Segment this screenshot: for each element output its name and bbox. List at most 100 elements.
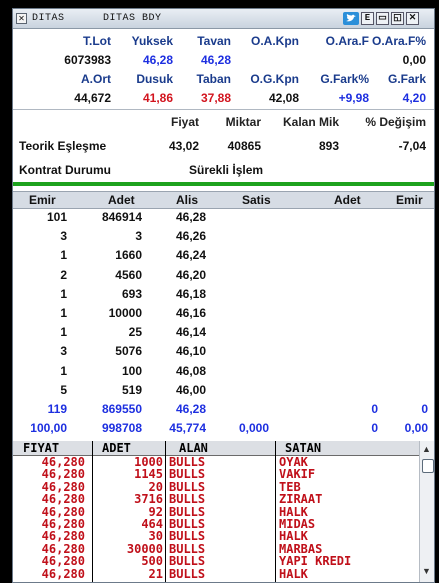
- trade-cell-satan: VAKIF: [279, 467, 316, 482]
- col-emir[interactable]: Emir: [29, 193, 56, 207]
- depth-cell-adet: 4560: [115, 267, 142, 282]
- trade-row[interactable]: 46,280 1145 BULLS VAKIF: [13, 467, 419, 482]
- depth-cell-emir: 1: [60, 306, 67, 320]
- depth-cell-alis: 46,24: [175, 248, 206, 263]
- col-alis[interactable]: Alis: [176, 193, 198, 207]
- col-alan[interactable]: ALAN: [179, 441, 208, 455]
- trade-row[interactable]: 46,280 30000 BULLS MARBAS: [13, 541, 419, 556]
- depth-cell-adet: 3: [135, 229, 142, 244]
- teorik-fiyat: 43,02: [168, 139, 199, 153]
- trade-cell-fiyat: 46,280: [41, 504, 85, 519]
- trade-cell-satan: TEB: [279, 479, 301, 494]
- trade-cell-satan: YAPI KREDI: [279, 554, 352, 569]
- trade-row[interactable]: 46,280 21 BULLS HALK: [13, 566, 419, 581]
- dusuk-value: 41,86: [142, 91, 173, 105]
- depth-cell-adet: 5076: [115, 344, 142, 359]
- trade-cell-alan: BULLS: [169, 467, 206, 482]
- depth-cell-alis: 46,08: [175, 363, 206, 378]
- depth-cell-alis: 46,28: [175, 210, 206, 224]
- status-bar-green: [13, 182, 434, 186]
- col-fiyat[interactable]: FIYAT: [23, 441, 59, 455]
- trades-scrollbar[interactable]: ▲ ▼: [419, 441, 434, 582]
- scroll-down-icon[interactable]: ▼: [422, 566, 431, 576]
- trade-cell-adet: 1145: [134, 467, 163, 482]
- oakpn-label: O.A.Kpn: [251, 34, 299, 48]
- col-trade-adet[interactable]: ADET: [102, 441, 131, 455]
- degisim-label: % Değişim: [365, 115, 426, 129]
- kontrat-value: Sürekli İşlem: [189, 163, 264, 177]
- col-satan[interactable]: SATAN: [285, 441, 321, 455]
- trade-cell-fiyat: 46,280: [41, 554, 85, 569]
- trade-cell-adet: 20: [148, 479, 163, 494]
- trade-row[interactable]: 46,280 464 BULLS MIDAS: [13, 517, 419, 531]
- trade-cell-satan: HALK: [279, 504, 308, 519]
- column-divider: [165, 441, 166, 582]
- minimize-button[interactable]: ▭: [376, 12, 389, 25]
- depth-cell-alis: 46,10: [175, 344, 206, 359]
- depth-cell-adet: 519: [121, 382, 142, 397]
- stock-depth-window: ✕ DITAS DITAS BDY E ▭ ◱ ✕ T.Lot Yuksek T…: [12, 8, 435, 583]
- teorik-degisim: -7,04: [398, 139, 426, 153]
- depth-cell-alis: 46,28: [175, 402, 206, 416]
- column-divider: [275, 441, 276, 582]
- trade-row[interactable]: 46,280 92 BULLS HALK: [13, 504, 419, 519]
- window-close-small-icon[interactable]: ✕: [16, 13, 27, 24]
- depth-cell-adet: 998708: [101, 421, 142, 436]
- trade-cell-alan: BULLS: [169, 566, 206, 581]
- trade-cell-adet: 30: [148, 529, 163, 544]
- e-button[interactable]: E: [361, 12, 374, 25]
- trade-row[interactable]: 46,280 20 BULLS TEB: [13, 479, 419, 494]
- teorik-miktar: 40865: [227, 139, 261, 153]
- close-button[interactable]: ✕: [406, 12, 419, 25]
- trade-cell-adet: 30000: [126, 541, 163, 556]
- gfarkp-value: +9,98: [338, 91, 369, 105]
- trade-row[interactable]: 46,280 30 BULLS HALK: [13, 529, 419, 544]
- trade-cell-alan: BULLS: [169, 504, 206, 519]
- depth-cell-emir: 3: [60, 229, 67, 244]
- trade-cell-satan: ZIRAAT: [279, 492, 323, 507]
- taban-label: Taban: [196, 72, 231, 86]
- depth-cell-adet: 846914: [101, 210, 142, 224]
- trade-cell-fiyat: 46,280: [41, 566, 85, 581]
- scroll-thumb[interactable]: [422, 459, 434, 473]
- trade-cell-fiyat: 46,280: [41, 517, 85, 531]
- depth-cell-emir: 5: [60, 382, 67, 397]
- trade-row[interactable]: 46,280 3716 BULLS ZIRAAT: [13, 492, 419, 507]
- oarafp-value: 0,00: [402, 53, 426, 67]
- trade-cell-adet: 92: [148, 504, 163, 519]
- kontrat-label: Kontrat Durumu: [19, 163, 111, 177]
- ogkpn-value: 42,08: [268, 91, 299, 105]
- depth-cell-emir2: 0: [421, 402, 428, 416]
- depth-cell-adet2: 0: [371, 402, 378, 416]
- trade-cell-alan: BULLS: [169, 479, 206, 494]
- trade-cell-fiyat: 46,280: [41, 455, 85, 469]
- trade-cell-fiyat: 46,280: [41, 492, 85, 507]
- depth-table-header: Emir Adet Alis Satis Adet Emir: [13, 191, 434, 209]
- col-adet[interactable]: Adet: [108, 193, 135, 207]
- trade-row[interactable]: 46,280 1000 BULLS OYAK: [13, 455, 419, 469]
- depth-cell-adet2: 0: [371, 421, 378, 436]
- oarafp-label: O.Ara.F%: [371, 34, 426, 48]
- gfark-label: G.Fark: [387, 72, 426, 86]
- yuksek-value: 46,28: [142, 53, 173, 67]
- depth-cell-emir: 1: [60, 286, 67, 301]
- scroll-up-icon[interactable]: ▲: [422, 444, 431, 454]
- col-adet-2[interactable]: Adet: [334, 193, 361, 207]
- trade-row[interactable]: 46,280 500 BULLS YAPI KREDI: [13, 554, 419, 569]
- depth-cell-alis: 45,774: [169, 421, 206, 436]
- fiyat-label: Fiyat: [170, 115, 199, 129]
- twitter-bird-icon[interactable]: [343, 12, 359, 25]
- title-bar[interactable]: ✕ DITAS DITAS BDY E ▭ ◱ ✕: [13, 9, 434, 29]
- trades-header: FIYAT ADET ALAN SATAN: [13, 441, 419, 456]
- col-emir-2[interactable]: Emir: [396, 193, 423, 207]
- depth-cell-adet: 10000: [108, 306, 142, 320]
- depth-cell-alis: 46,20: [175, 267, 206, 282]
- depth-cell-adet: 25: [128, 325, 142, 340]
- trade-cell-fiyat: 46,280: [41, 479, 85, 494]
- depth-cell-emir: 101: [46, 210, 67, 224]
- trade-cell-satan: HALK: [279, 566, 308, 581]
- trade-cell-alan: BULLS: [169, 541, 206, 556]
- restore-button[interactable]: ◱: [391, 12, 404, 25]
- col-satis[interactable]: Satis: [242, 193, 271, 207]
- teorik-kalan: 893: [318, 139, 339, 153]
